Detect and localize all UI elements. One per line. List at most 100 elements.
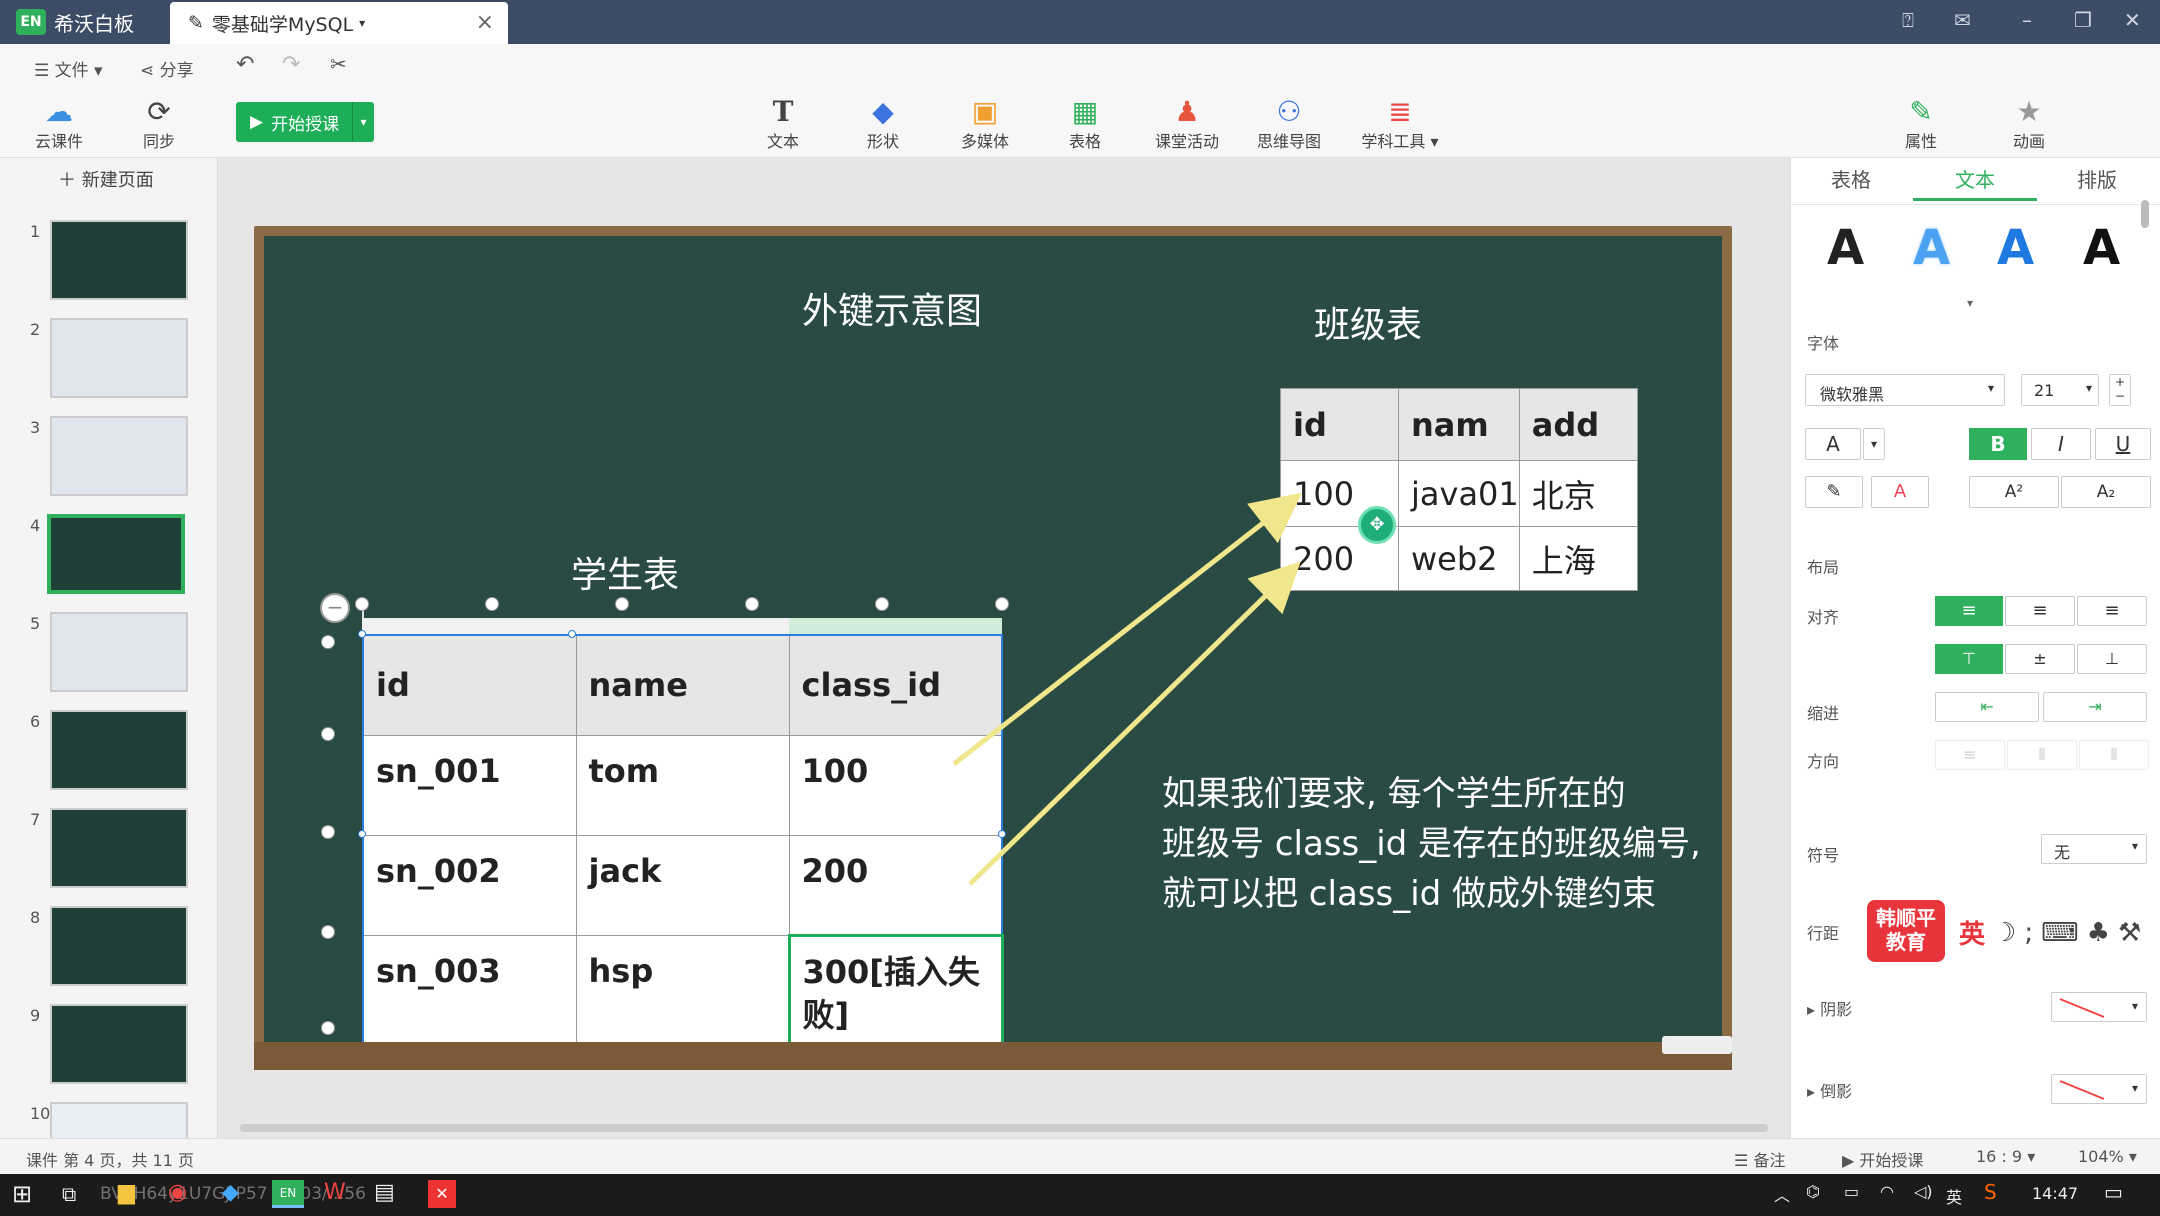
page-thumbnail[interactable] [50, 1102, 188, 1142]
subject-tool[interactable]: ≣ 学科工具 ▾ [1350, 96, 1450, 152]
class-table[interactable]: id nam add 100 java01 北京 200 web2 上海 [1280, 388, 1638, 591]
align-top-button[interactable]: ⊤ [1935, 644, 2003, 674]
resize-handle[interactable] [998, 830, 1006, 838]
tab-layout[interactable]: 排版 [2077, 164, 2117, 193]
table-cell[interactable]: 北京 [1518, 460, 1638, 527]
table-header-cell[interactable]: nam [1398, 388, 1520, 461]
seewo-icon[interactable]: EN [272, 1180, 304, 1208]
table-cell[interactable]: java01 [1398, 460, 1520, 527]
decrease-indent-button[interactable]: ⇤ [1935, 692, 2039, 722]
tools-icon[interactable]: ⚒ [2118, 918, 2141, 948]
resize-handle[interactable] [875, 597, 889, 611]
volume-icon[interactable]: ◁) [1914, 1182, 1933, 1201]
increase-indent-button[interactable]: ⇥ [2043, 692, 2147, 722]
resize-handle[interactable] [995, 597, 1009, 611]
table-cell-selected[interactable]: 300[插入失败] [787, 933, 1004, 1051]
battery-icon[interactable]: ▭ [1844, 1182, 1859, 1201]
page-thumbnail[interactable] [50, 612, 188, 692]
direction-horizontal-button[interactable]: ≡ [1935, 740, 2005, 770]
page-thumbnail[interactable] [50, 906, 188, 986]
aspect-ratio-select[interactable]: 16 : 9 ▾ [1976, 1147, 2035, 1166]
page-thumbnail[interactable] [47, 514, 185, 594]
resize-handle[interactable] [321, 825, 335, 839]
help-icon[interactable]: ⍰ [1902, 8, 1914, 32]
panel-scrollbar[interactable] [2141, 200, 2149, 228]
reflection-select[interactable]: ▾ [2051, 1074, 2147, 1104]
app-icon[interactable]: ◆ [222, 1180, 239, 1205]
table-tool[interactable]: ▦ 表格 [1040, 96, 1130, 152]
tab-table[interactable]: 表格 [1831, 164, 1871, 193]
shadow-select[interactable]: ▾ [2051, 992, 2147, 1022]
page-thumbnail[interactable] [50, 220, 188, 300]
font-color-button[interactable]: A [1805, 428, 1861, 460]
resize-handle[interactable] [321, 635, 335, 649]
table-cell[interactable]: 上海 [1518, 526, 1638, 591]
table-cell[interactable]: 100 [788, 734, 1003, 836]
text-style-preset[interactable]: A [1997, 220, 2034, 276]
mail-icon[interactable]: ✉ [1954, 8, 1971, 32]
align-center-button[interactable]: ≡ [2005, 596, 2075, 626]
page-thumbnail[interactable] [50, 808, 188, 888]
underline-button[interactable]: U [2095, 428, 2151, 460]
subscript-button[interactable]: A₂ [2061, 476, 2151, 508]
table-header-cell[interactable]: class_id [788, 634, 1003, 736]
undo-button[interactable]: ↶ [236, 52, 254, 77]
page-thumbnail[interactable] [50, 710, 188, 790]
table-cell[interactable]: web2 [1398, 526, 1520, 591]
tray-ime[interactable]: 英 [1946, 1184, 1962, 1208]
file-menu[interactable]: ☰ 文件 ▾ [34, 56, 103, 81]
resize-handle[interactable] [321, 925, 335, 939]
clock[interactable]: 14:47 [2032, 1184, 2078, 1203]
notepad-icon[interactable]: ▤ [374, 1180, 395, 1205]
start-lesson-status-button[interactable]: ▶ 开始授课 [1842, 1147, 1923, 1171]
table-cell[interactable]: tom [575, 734, 790, 836]
network-icon[interactable]: ⌬ [1806, 1182, 1820, 1201]
table-header-cell[interactable]: name [575, 634, 790, 736]
text-tool[interactable]: T 文本 [738, 96, 828, 152]
clear-format-icon[interactable]: A [1871, 476, 1929, 508]
resize-handle[interactable] [485, 597, 499, 611]
tray-expand-icon[interactable]: ︿ [1774, 1182, 1790, 1206]
redo-button[interactable]: ↷ [282, 52, 300, 77]
shape-tool[interactable]: ◆ 形状 [838, 96, 928, 152]
keyboard-icon[interactable]: ⌨ [2041, 918, 2079, 948]
wps-icon[interactable]: W [324, 1180, 346, 1205]
explorer-icon[interactable]: ▆ [118, 1180, 135, 1205]
sogou-icon[interactable]: S [1984, 1180, 1997, 1204]
superscript-button[interactable]: A² [1969, 476, 2059, 508]
close-tab-icon[interactable]: × [476, 10, 494, 35]
ime-lang[interactable]: 英 [1959, 914, 1985, 951]
table-cell[interactable]: hsp [575, 934, 790, 1050]
table-cell[interactable]: 200 [788, 834, 1003, 936]
text-style-preset[interactable]: A [2083, 220, 2120, 276]
start-dropdown-icon[interactable]: ▾ [352, 102, 374, 142]
align-bottom-button[interactable]: ⊥ [2077, 644, 2147, 674]
class-table-title[interactable]: 班级表 [1314, 296, 1422, 348]
direction-vertical-rtl-button[interactable]: ⦀ [2079, 740, 2149, 770]
font-size-select[interactable]: 21 ▾ [2021, 374, 2099, 406]
table-cell[interactable]: jack [575, 834, 790, 936]
note-line-2[interactable]: 班级号 class_id 是存在的班级编号, [1162, 816, 1701, 865]
notes-button[interactable]: ☰ 备注 [1734, 1147, 1785, 1171]
properties-button[interactable]: ✎ 属性 [1876, 96, 1966, 152]
start-lesson-button[interactable]: ▶ 开始授课 ▾ [236, 102, 374, 142]
symbol-select[interactable]: 无 ▾ [2041, 834, 2147, 864]
animation-button[interactable]: ★ 动画 [1984, 96, 2074, 152]
rotate-handle[interactable]: − [320, 593, 350, 623]
task-view-icon[interactable]: ⧉ [62, 1182, 76, 1206]
activity-tool[interactable]: ♟ 课堂活动 [1142, 96, 1232, 152]
moon-icon[interactable]: ☽ [1993, 918, 2016, 948]
close-window-icon[interactable]: ✕ [2124, 8, 2141, 32]
direction-vertical-button[interactable]: ⦀ [2007, 740, 2077, 770]
zoom-select[interactable]: 104% ▾ [2078, 1147, 2137, 1166]
resize-handle[interactable] [321, 1021, 335, 1035]
align-middle-button[interactable]: ± [2005, 644, 2075, 674]
table-header-cell[interactable]: add [1518, 388, 1638, 461]
shadow-label[interactable]: ▸ 阴影 [1807, 996, 1852, 1020]
resize-handle[interactable] [355, 597, 369, 611]
sync-button[interactable]: ⟳ 同步 [114, 96, 204, 152]
page-thumbnail[interactable] [50, 416, 188, 496]
bold-button[interactable]: B [1969, 428, 2027, 460]
wifi-icon[interactable]: ◠ [1880, 1182, 1894, 1201]
table-cell[interactable]: sn_003 [362, 934, 577, 1050]
